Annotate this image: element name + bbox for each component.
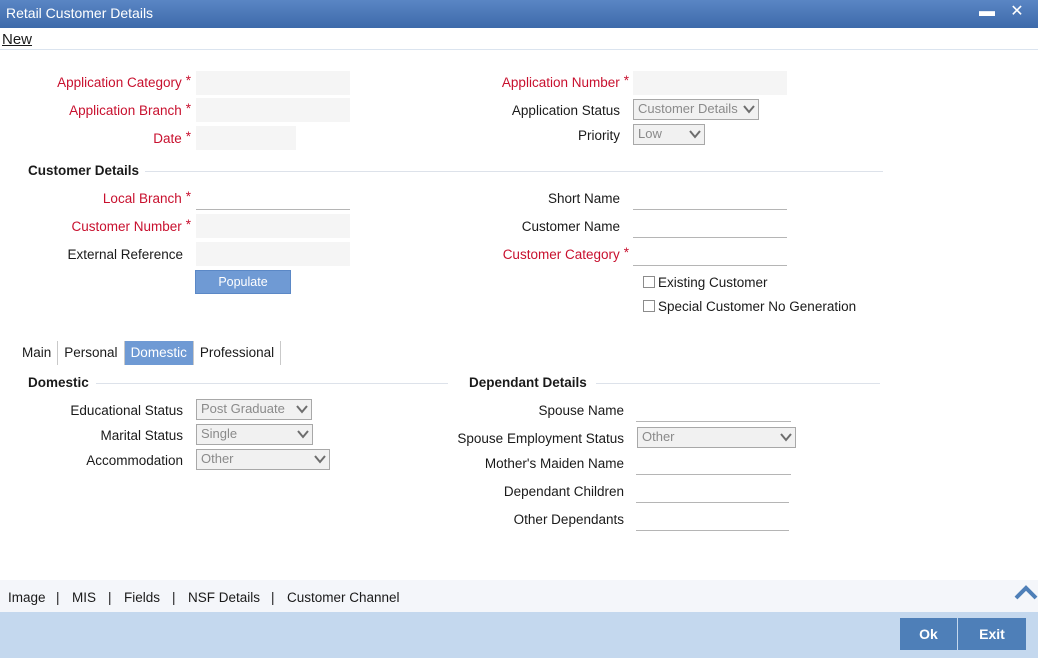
populate-button[interactable]: Populate	[195, 270, 291, 294]
spouse-name-field[interactable]	[636, 398, 791, 422]
date-field[interactable]	[196, 126, 296, 150]
footer-link-mis[interactable]: MIS	[72, 590, 96, 605]
exit-button[interactable]: Exit	[958, 618, 1026, 650]
existing-customer-checkbox[interactable]	[643, 276, 655, 288]
priority-label: Priority	[577, 128, 620, 143]
application-branch-field[interactable]	[196, 98, 350, 122]
application-category-field[interactable]	[196, 71, 350, 95]
dependant-children-label: Dependant Children	[503, 484, 624, 499]
marital-status-value: Single	[201, 426, 238, 441]
new-button[interactable]: New	[2, 31, 32, 48]
educational-status-select[interactable]: Post Graduate	[196, 399, 312, 420]
tab-personal[interactable]: Personal	[58, 341, 125, 365]
customer-category-field[interactable]	[633, 242, 787, 266]
mothers-maiden-name-field[interactable]	[636, 451, 791, 475]
accommodation-value: Other	[201, 451, 234, 466]
toolbar: New	[0, 28, 1038, 50]
tab-professional[interactable]: Professional	[194, 341, 282, 365]
tab-bar: Main Personal Domestic Professional	[16, 341, 282, 365]
accommodation-label: Accommodation	[86, 453, 183, 468]
customer-number-field[interactable]	[196, 214, 350, 238]
section-divider	[96, 383, 448, 384]
footer-separator: |	[56, 590, 60, 605]
action-bar: Ok Exit	[0, 612, 1038, 658]
footer-link-image[interactable]: Image	[8, 590, 46, 605]
dependant-details-title: Dependant Details	[469, 375, 587, 390]
customer-name-label: Customer Name	[521, 219, 620, 234]
application-number-field[interactable]	[633, 71, 787, 95]
application-branch-label: Application Branch *	[69, 101, 191, 118]
tab-main[interactable]: Main	[16, 341, 59, 365]
application-status-value: Customer Details	[638, 101, 738, 116]
section-divider	[596, 383, 880, 384]
short-name-field[interactable]	[633, 186, 787, 210]
date-label: Date *	[153, 129, 191, 146]
chevron-down-icon	[314, 455, 326, 464]
dependant-children-field[interactable]	[636, 479, 789, 503]
external-reference-label: External Reference	[67, 247, 183, 262]
domestic-title: Domestic	[28, 375, 89, 390]
customer-details-title: Customer Details	[28, 163, 140, 178]
chevron-down-icon	[780, 433, 792, 442]
spouse-employment-label: Spouse Employment Status	[457, 431, 624, 446]
existing-customer-label: Existing Customer	[658, 275, 768, 290]
educational-status-label: Educational Status	[70, 403, 183, 418]
other-dependants-label: Other Dependants	[513, 512, 624, 527]
tab-domestic[interactable]: Domestic	[124, 341, 194, 365]
chevron-down-icon	[297, 430, 309, 439]
priority-value: Low	[638, 126, 662, 141]
ok-button[interactable]: Ok	[900, 618, 957, 650]
marital-status-label: Marital Status	[100, 428, 183, 443]
priority-select[interactable]: Low	[633, 124, 705, 145]
section-divider	[145, 171, 883, 172]
special-customer-checkbox[interactable]	[643, 300, 655, 312]
application-number-label: Application Number *	[501, 73, 629, 90]
footer-separator: |	[108, 590, 112, 605]
footer-link-nsf-details[interactable]: NSF Details	[188, 590, 260, 605]
accommodation-select[interactable]: Other	[196, 449, 330, 470]
chevron-down-icon	[689, 130, 701, 139]
window-title: Retail Customer Details	[6, 5, 154, 21]
minimize-icon[interactable]: ▬	[976, 1, 998, 23]
external-reference-field[interactable]	[196, 242, 350, 266]
footer-separator: |	[271, 590, 275, 605]
footer-link-customer-channel[interactable]: Customer Channel	[287, 590, 400, 605]
close-icon[interactable]: ✕	[1006, 1, 1028, 23]
local-branch-label: Local Branch *	[102, 189, 191, 206]
footer-separator: |	[172, 590, 176, 605]
chevron-down-icon	[743, 105, 755, 114]
application-status-label: Application Status	[511, 103, 620, 118]
chevron-down-icon	[296, 405, 308, 414]
local-branch-field[interactable]	[196, 186, 350, 210]
footer-links-bar: Image | MIS | Fields | NSF Details | Cus…	[0, 580, 1038, 612]
application-category-label: Application Category *	[57, 73, 191, 90]
customer-number-label: Customer Number *	[71, 217, 191, 234]
spouse-employment-value: Other	[642, 429, 675, 444]
special-customer-label: Special Customer No Generation	[658, 299, 857, 314]
customer-name-field[interactable]	[633, 214, 787, 238]
application-status-select[interactable]: Customer Details	[633, 99, 759, 120]
spouse-name-label: Spouse Name	[538, 403, 624, 418]
educational-status-value: Post Graduate	[201, 401, 285, 416]
mothers-maiden-name-label: Mother's Maiden Name	[484, 456, 624, 471]
footer-link-fields[interactable]: Fields	[124, 590, 160, 605]
chevron-up-icon[interactable]	[1014, 584, 1038, 600]
marital-status-select[interactable]: Single	[196, 424, 313, 445]
customer-category-label: Customer Category *	[502, 245, 629, 262]
window-title-bar: Retail Customer Details ▬ ✕	[0, 0, 1038, 28]
spouse-employment-select[interactable]: Other	[637, 427, 796, 448]
other-dependants-field[interactable]	[636, 507, 789, 531]
short-name-label: Short Name	[547, 191, 620, 206]
